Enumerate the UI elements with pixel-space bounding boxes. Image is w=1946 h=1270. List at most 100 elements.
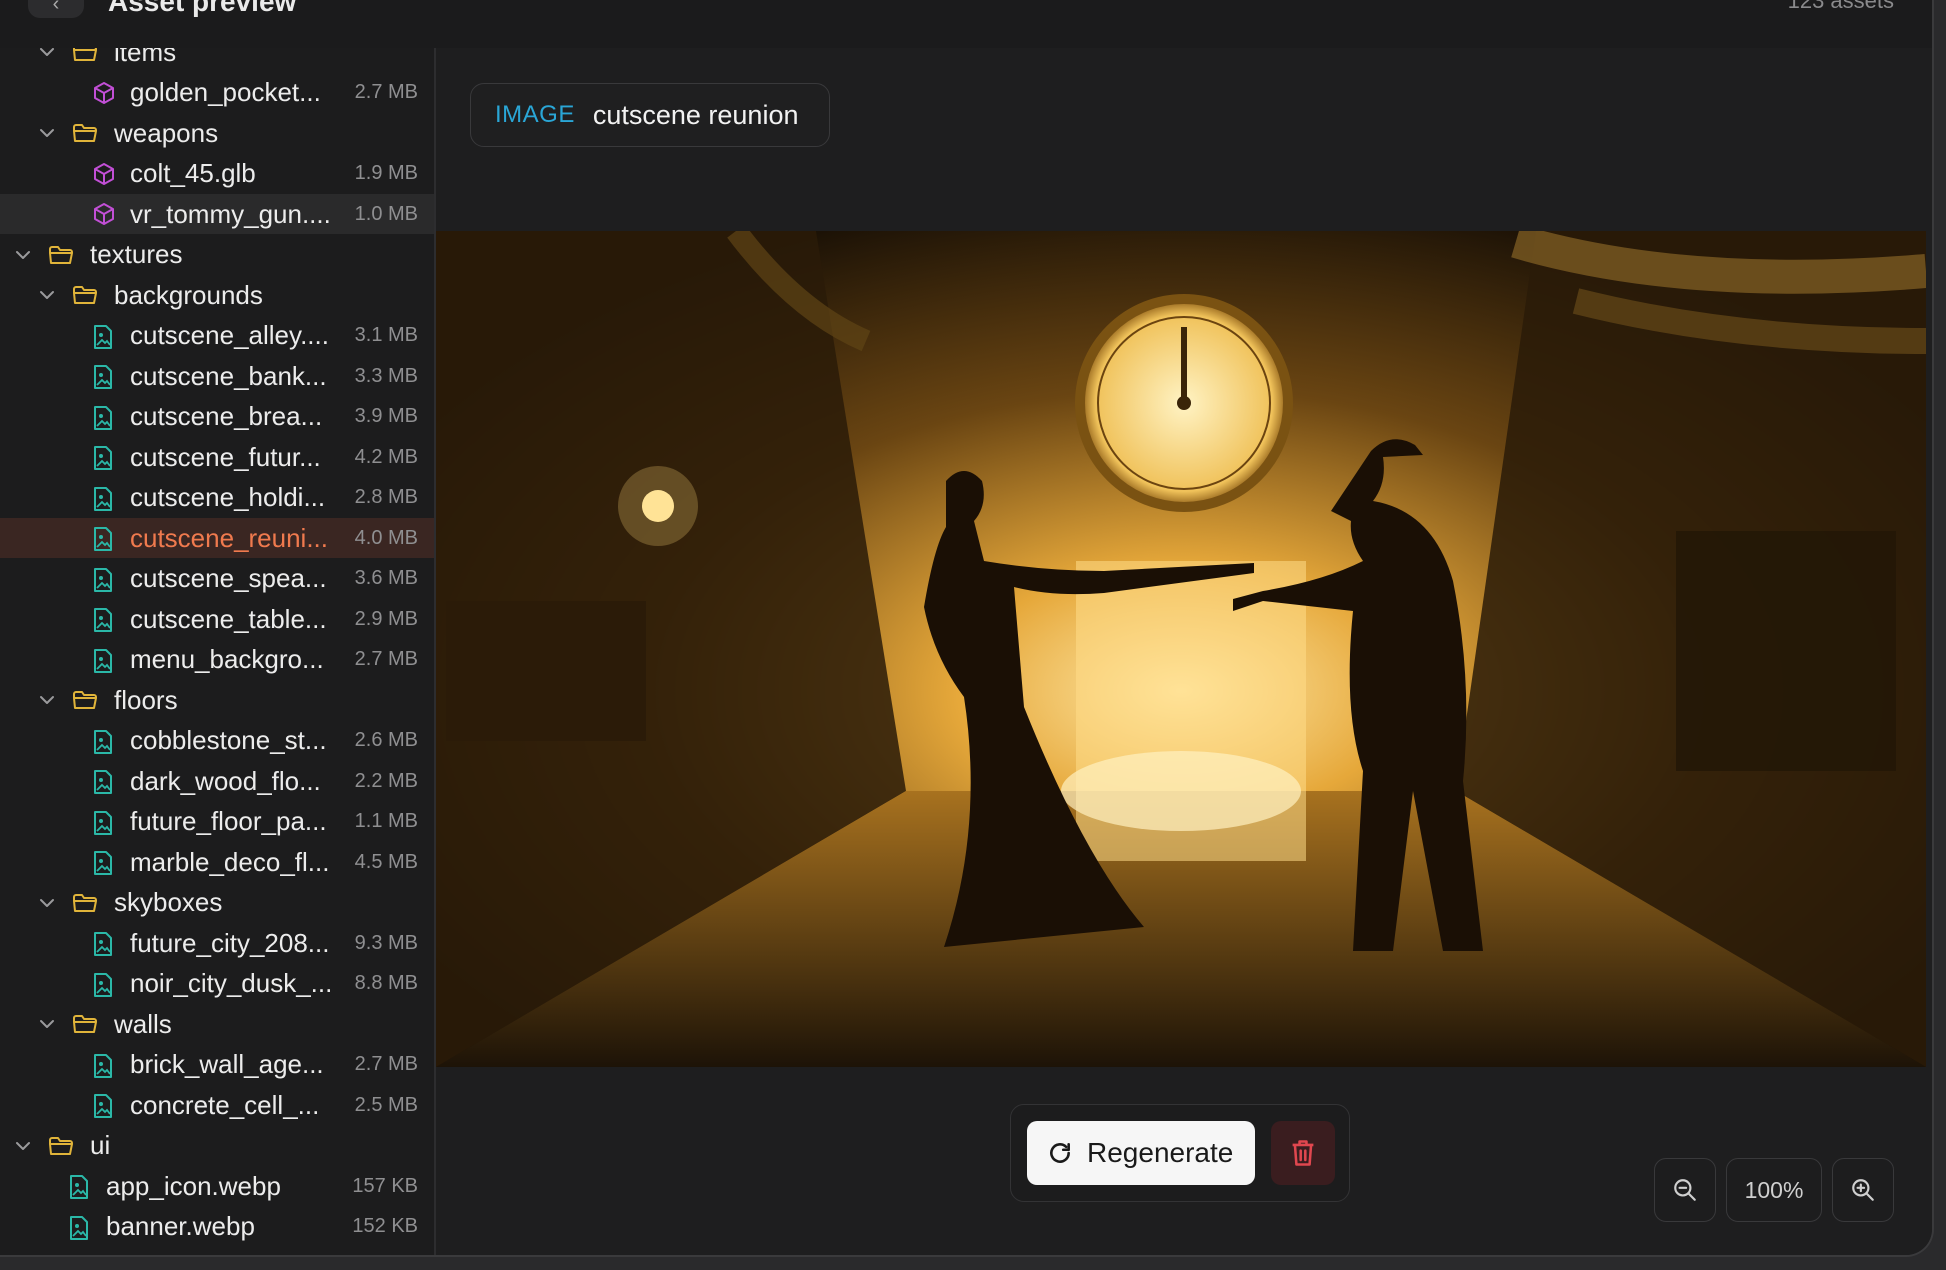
tree-file-label: banner.webp	[106, 1211, 255, 1241]
file-size: 3.1 MB	[354, 324, 418, 346]
file-size: 9.3 MB	[354, 931, 418, 954]
tree-file-label: golden_pocket...	[130, 77, 321, 107]
tree-folder-label: weapons	[114, 117, 219, 148]
tree-folder[interactable]: skyboxes	[0, 883, 434, 923]
tree-file[interactable]: brick_wall_age... 2.7 MB	[0, 1045, 434, 1085]
tree-file[interactable]: future_city_208... 9.3 MB	[0, 923, 434, 963]
tree-file[interactable]: cutscene_futur... 4.2 MB	[0, 437, 434, 477]
zoom-level[interactable]: 100%	[1726, 1158, 1822, 1222]
folder-icon	[72, 1012, 98, 1036]
image-file-icon	[92, 1093, 118, 1118]
file-size: 1.1 MB	[354, 810, 418, 832]
page-title: Asset preview	[108, 0, 297, 17]
cube-icon	[92, 162, 118, 186]
file-size: 4.5 MB	[354, 850, 418, 873]
chevron-down-icon[interactable]	[36, 122, 58, 144]
tree-folder[interactable]: backgrounds	[0, 275, 434, 315]
tree-file-label: colt_45.glb	[130, 158, 256, 188]
tree-folder[interactable]: floors	[0, 680, 434, 720]
file-size: 2.8 MB	[354, 486, 418, 508]
image-file-icon	[92, 931, 118, 956]
regenerate-button[interactable]: Regenerate	[1027, 1121, 1255, 1185]
tree-folder[interactable]: walls	[0, 1004, 434, 1044]
image-file-icon	[92, 567, 118, 592]
back-icon: ‹	[52, 0, 60, 15]
tree-file[interactable]: cutscene_holdi... 2.8 MB	[0, 478, 434, 518]
cube-icon	[92, 81, 118, 105]
tree-file[interactable]: cobblestone_st... 2.6 MB	[0, 721, 434, 761]
chevron-down-icon[interactable]	[36, 892, 58, 914]
file-size: 2.6 MB	[354, 729, 418, 751]
tree-file[interactable]: app_icon.webp 157 KB	[0, 1166, 434, 1206]
asset-title-chip: IMAGE cutscene reunion	[470, 83, 830, 147]
tree-folder[interactable]: items	[0, 48, 434, 72]
tree-file-label: future_city_208...	[130, 927, 330, 958]
image-file-icon	[92, 648, 118, 673]
tree-file[interactable]: dark_wood_flo... 2.2 MB	[0, 761, 434, 801]
tree-file[interactable]: cutscene_alley.... 3.1 MB	[0, 316, 434, 356]
image-file-icon	[92, 810, 118, 835]
file-size: 2.7 MB	[354, 81, 418, 103]
image-file-icon	[92, 607, 118, 632]
tree-file-label: noir_city_dusk_...	[130, 968, 333, 998]
tree-file-label: dark_wood_flo...	[130, 765, 321, 796]
tree-file[interactable]: cutscene_bank... 3.3 MB	[0, 356, 434, 396]
image-file-icon	[92, 324, 118, 349]
file-size: 152 KB	[352, 1215, 418, 1237]
chevron-down-icon[interactable]	[36, 1013, 58, 1035]
folder-icon	[48, 1134, 74, 1158]
tree-file-label: vr_tommy_gun....	[130, 198, 331, 229]
file-size: 3.3 MB	[354, 364, 418, 387]
cutscene-illustration	[436, 231, 1926, 1067]
image-file-icon	[68, 1215, 94, 1240]
tree-file[interactable]: cutscene_table... 2.9 MB	[0, 599, 434, 639]
tree-file-label: cutscene_reuni...	[130, 522, 329, 553]
tree-file[interactable]: noir_city_dusk_... 8.8 MB	[0, 964, 434, 1004]
preview-panel: IMAGE cutscene reunion Regenerate 100%	[436, 48, 1932, 1255]
image-file-icon	[92, 769, 118, 794]
zoom-in-button[interactable]	[1832, 1158, 1894, 1222]
tree-file[interactable]: golden_pocket... 2.7 MB	[0, 73, 434, 113]
folder-icon	[48, 243, 74, 267]
image-file-icon	[92, 1053, 118, 1078]
chevron-down-icon[interactable]	[12, 244, 34, 266]
tree-file[interactable]: marble_deco_fl... 4.5 MB	[0, 842, 434, 882]
image-file-icon	[92, 445, 118, 470]
tree-file[interactable]: vr_tommy_gun.... 1.0 MB	[0, 194, 434, 234]
tree-folder-label: floors	[114, 684, 178, 715]
tree-folder[interactable]: textures	[0, 235, 434, 275]
folder-icon	[72, 48, 98, 64]
image-file-icon	[92, 729, 118, 754]
cube-icon	[92, 202, 118, 226]
delete-button[interactable]	[1271, 1121, 1335, 1185]
app-window: ‹ Asset preview 123 assets items golden_p…	[0, 0, 1934, 1257]
action-bar: Regenerate	[1010, 1104, 1350, 1202]
tree-file[interactable]: future_floor_pa... 1.1 MB	[0, 802, 434, 842]
tree-folder[interactable]: weapons	[0, 113, 434, 153]
tree-folder[interactable]: ui	[0, 1126, 434, 1166]
tree-file-label: menu_backgro...	[130, 644, 324, 674]
chevron-down-icon[interactable]	[36, 48, 58, 63]
image-preview	[436, 231, 1926, 1067]
tree-file[interactable]: concrete_cell_... 2.5 MB	[0, 1085, 434, 1125]
tree-file-label: app_icon.webp	[106, 1170, 281, 1201]
chevron-down-icon[interactable]	[36, 689, 58, 711]
chevron-down-icon[interactable]	[12, 1135, 34, 1157]
chevron-down-icon[interactable]	[36, 284, 58, 306]
tree-file[interactable]: cutscene_brea... 3.9 MB	[0, 397, 434, 437]
tree-file-label: cutscene_futur...	[130, 441, 321, 472]
folder-icon	[72, 283, 98, 307]
zoom-in-icon	[1852, 1179, 1874, 1201]
zoom-out-button[interactable]	[1654, 1158, 1716, 1222]
tree-file[interactable]: cutscene_reuni... 4.0 MB	[0, 518, 434, 558]
image-file-icon	[68, 1174, 94, 1199]
back-button[interactable]: ‹	[28, 0, 84, 18]
tree-file[interactable]: menu_backgro... 2.7 MB	[0, 640, 434, 680]
tree-file[interactable]: colt_45.glb 1.9 MB	[0, 154, 434, 194]
tree-folder-label: ui	[90, 1130, 111, 1160]
tree-file[interactable]: cutscene_spea... 3.6 MB	[0, 559, 434, 599]
tree-file[interactable]: banner.webp 152 KB	[0, 1207, 434, 1247]
zoom-out-icon	[1674, 1179, 1696, 1201]
asset-tree-sidebar: items golden_pocket... 2.7 MB weapons colt_4…	[0, 48, 436, 1255]
tree-file-label: cutscene_alley....	[130, 320, 329, 350]
